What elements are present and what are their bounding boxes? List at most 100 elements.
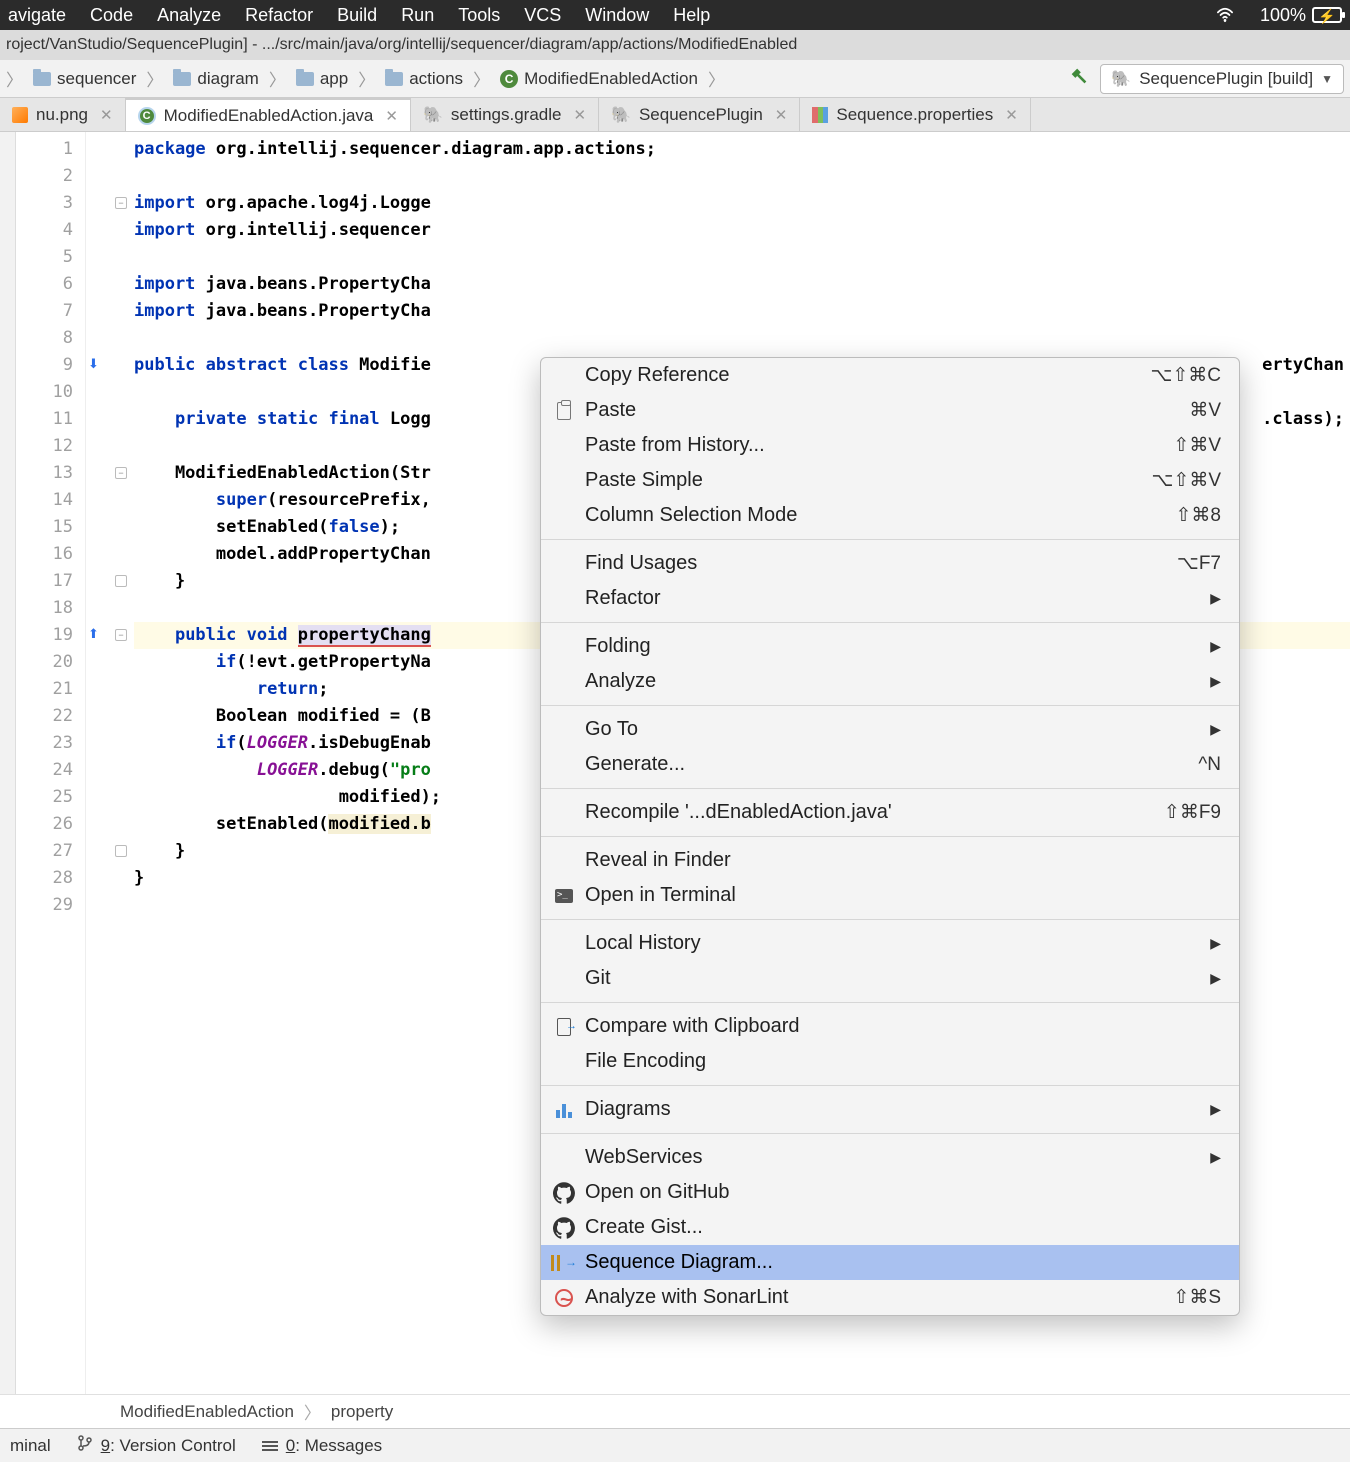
- navigation-bar: 〉 sequencer 〉 diagram 〉 app 〉 actions 〉 …: [0, 60, 1350, 98]
- context-menu-item[interactable]: Create Gist...: [541, 1210, 1239, 1245]
- close-icon[interactable]: ✕: [100, 106, 113, 124]
- context-menu-item[interactable]: Column Selection Mode⇧⌘8: [541, 498, 1239, 533]
- breadcrumb-class[interactable]: ModifiedEnabledAction: [120, 1402, 294, 1422]
- run-configuration-selector[interactable]: 🐘 SequencePlugin [build] ▼: [1100, 64, 1344, 94]
- menu-label: File Encoding: [585, 1050, 1221, 1073]
- fold-toggle[interactable]: −: [115, 629, 127, 641]
- context-menu-item[interactable]: Recompile '...dEnabledAction.java'⇧⌘F9: [541, 795, 1239, 830]
- battery-status: 100% ⚡: [1260, 5, 1342, 26]
- context-menu-item[interactable]: Paste Simple⌥⇧⌘V: [541, 463, 1239, 498]
- tab-label: nu.png: [36, 105, 88, 125]
- close-icon[interactable]: ✕: [385, 107, 398, 125]
- override-up-icon[interactable]: ⬆: [88, 626, 99, 642]
- breadcrumb-class[interactable]: CModifiedEnabledAction: [494, 67, 704, 91]
- menu-separator: [541, 919, 1239, 920]
- context-menu-item[interactable]: Find Usages⌥F7: [541, 546, 1239, 581]
- context-menu-item[interactable]: Copy Reference⌥⇧⌘C: [541, 358, 1239, 393]
- editor-tab[interactable]: nu.png ✕: [0, 98, 126, 131]
- shortcut: ⌘V: [1189, 399, 1221, 422]
- wifi-icon: [1214, 7, 1236, 23]
- editor-tab[interactable]: Sequence.properties✕: [800, 98, 1030, 131]
- close-icon[interactable]: ✕: [1005, 106, 1018, 124]
- menu-item[interactable]: Refactor: [245, 5, 313, 26]
- chevron-right-icon: 〉: [269, 66, 286, 91]
- context-menu-item[interactable]: Analyze▶: [541, 664, 1239, 699]
- crumb-label: ModifiedEnabledAction: [524, 69, 698, 89]
- fold-toggle[interactable]: [115, 575, 127, 587]
- menu-separator: [541, 1002, 1239, 1003]
- fold-toggle[interactable]: −: [115, 467, 127, 479]
- shortcut: ⌥F7: [1177, 552, 1221, 575]
- context-menu-item[interactable]: Go To▶: [541, 712, 1239, 747]
- context-menu-item[interactable]: Reveal in Finder: [541, 843, 1239, 878]
- context-menu-item[interactable]: Diagrams▶: [541, 1092, 1239, 1127]
- menu-separator: [541, 622, 1239, 623]
- chevron-down-icon: ▼: [1321, 72, 1333, 86]
- breadcrumb-method[interactable]: property: [331, 1402, 393, 1422]
- messages-tool[interactable]: 0: Messages: [262, 1436, 382, 1456]
- branch-icon: [77, 1435, 93, 1456]
- label: : Messages: [295, 1436, 382, 1455]
- context-menu-item[interactable]: Generate...^N: [541, 747, 1239, 782]
- build-icon[interactable]: [1068, 65, 1090, 92]
- context-menu-item[interactable]: Git▶: [541, 961, 1239, 996]
- mac-menu-bar: avigate Code Analyze Refactor Build Run …: [0, 0, 1350, 30]
- context-menu-item[interactable]: Folding▶: [541, 629, 1239, 664]
- editor-tab[interactable]: 🐘SequencePlugin✕: [599, 98, 800, 131]
- submenu-arrow-icon: ▶: [1210, 970, 1221, 987]
- fold-gutter: − − −: [112, 132, 134, 1394]
- context-menu-item[interactable]: Paste from History...⇧⌘V: [541, 428, 1239, 463]
- override-down-icon[interactable]: ⬇: [88, 356, 99, 372]
- crumb-label: actions: [409, 69, 463, 89]
- menu-item[interactable]: Help: [673, 5, 710, 26]
- menu-label: Recompile '...dEnabledAction.java': [585, 801, 1164, 824]
- context-menu-item[interactable]: Open in Terminal: [541, 878, 1239, 913]
- menu-item[interactable]: avigate: [8, 5, 66, 26]
- context-menu-item[interactable]: Refactor▶: [541, 581, 1239, 616]
- submenu-arrow-icon: ▶: [1210, 673, 1221, 690]
- menu-item[interactable]: Window: [585, 5, 649, 26]
- context-menu-item[interactable]: File Encoding: [541, 1044, 1239, 1079]
- menu-item[interactable]: Code: [90, 5, 133, 26]
- context-menu-item[interactable]: Analyze with SonarLint⇧⌘S: [541, 1280, 1239, 1315]
- version-control-tool[interactable]: 9: Version Control: [77, 1435, 236, 1456]
- close-icon[interactable]: ✕: [775, 106, 788, 124]
- menu-label: Paste: [585, 399, 1189, 422]
- breadcrumb-folder[interactable]: diagram: [167, 67, 264, 91]
- icon-gutter: ⬇ ⬆: [86, 132, 112, 1394]
- menu-label: Open on GitHub: [585, 1181, 1221, 1204]
- editor-tabs: nu.png✕CModifiedEnabledAction.java✕🐘sett…: [0, 98, 1350, 132]
- submenu-arrow-icon: ▶: [1210, 935, 1221, 952]
- menu-item[interactable]: Build: [337, 5, 377, 26]
- menu-separator: [541, 836, 1239, 837]
- editor-tab[interactable]: 🐘settings.gradle✕: [411, 98, 599, 131]
- fold-toggle[interactable]: [115, 845, 127, 857]
- menu-item[interactable]: Tools: [458, 5, 500, 26]
- context-menu-item[interactable]: WebServices▶: [541, 1140, 1239, 1175]
- editor-tab[interactable]: CModifiedEnabledAction.java✕: [126, 98, 411, 131]
- terminal-tool[interactable]: minal: [10, 1436, 51, 1456]
- battery-icon: ⚡: [1312, 7, 1342, 23]
- breadcrumb-folder[interactable]: actions: [379, 67, 469, 91]
- crumb-label: diagram: [197, 69, 258, 89]
- menu-separator: [541, 1085, 1239, 1086]
- context-menu-item[interactable]: Compare with Clipboard: [541, 1009, 1239, 1044]
- menu-item[interactable]: VCS: [524, 5, 561, 26]
- menu-item[interactable]: Run: [401, 5, 434, 26]
- context-menu-item[interactable]: Open on GitHub: [541, 1175, 1239, 1210]
- context-menu-item[interactable]: Local History▶: [541, 926, 1239, 961]
- breadcrumb-folder[interactable]: app: [290, 67, 354, 91]
- submenu-arrow-icon: ▶: [1210, 1149, 1221, 1166]
- close-icon[interactable]: ✕: [573, 106, 586, 124]
- menu-item[interactable]: Analyze: [157, 5, 221, 26]
- menu-label: Copy Reference: [585, 364, 1150, 387]
- menu-label: Reveal in Finder: [585, 849, 1221, 872]
- label: minal: [10, 1436, 51, 1456]
- breadcrumb-folder[interactable]: sequencer: [27, 67, 142, 91]
- context-menu-item[interactable]: Paste⌘V: [541, 393, 1239, 428]
- tab-label: SequencePlugin: [639, 105, 763, 125]
- context-menu-item[interactable]: Sequence Diagram...: [541, 1245, 1239, 1280]
- menu-label: Paste Simple: [585, 469, 1152, 492]
- fold-toggle[interactable]: −: [115, 197, 127, 209]
- menu-label: Compare with Clipboard: [585, 1015, 1221, 1038]
